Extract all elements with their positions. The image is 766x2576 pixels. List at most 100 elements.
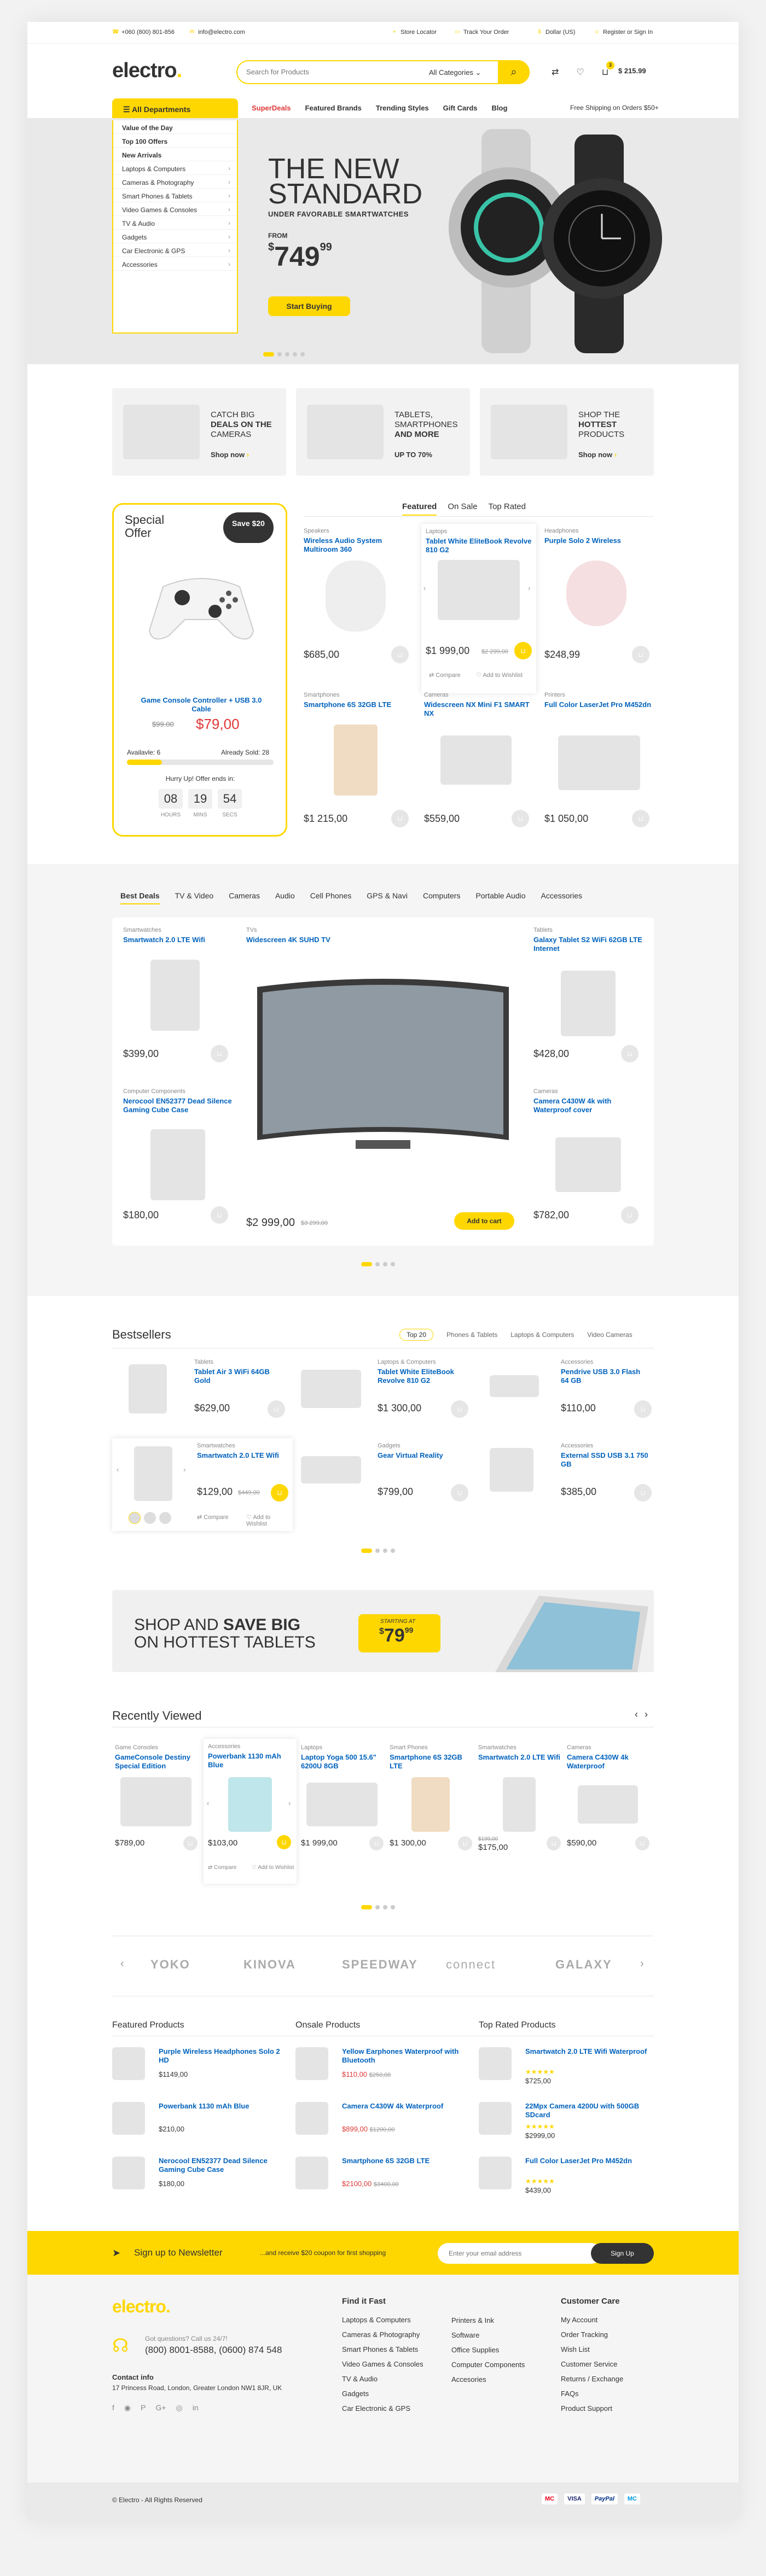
google-plus-icon[interactable]: G+ xyxy=(155,2403,166,2413)
shop-now-link[interactable]: Shop now › xyxy=(578,451,617,459)
chevron-right-icon[interactable]: › xyxy=(645,1709,648,1720)
promo-hottest[interactable]: SHOP THE HOTTEST PRODUCTS Shop now › xyxy=(480,388,654,476)
gallery-prev-icon[interactable]: ‹ xyxy=(117,1465,119,1474)
pinterest-icon[interactable]: P xyxy=(141,2403,146,2413)
gallery-prev-icon[interactable]: ‹ xyxy=(207,1799,209,1807)
add-to-cart-button[interactable]: ⊔ xyxy=(277,1835,291,1849)
add-to-cart-button[interactable]: ⊔ xyxy=(635,1836,649,1850)
footer-link[interactable]: Accesories xyxy=(451,2375,525,2384)
compare-icon[interactable]: ⇄ xyxy=(552,67,559,78)
footer-logo[interactable]: electro. xyxy=(112,2297,171,2317)
add-to-cart-button[interactable]: ⊔ xyxy=(634,1484,652,1502)
tab-best-deals[interactable]: Best Deals xyxy=(120,891,160,904)
product-name[interactable]: Nerocool EN52377 Dead Silence Gaming Cub… xyxy=(159,2157,285,2174)
product-name[interactable]: Tablet White EliteBook Revolve 810 G2 xyxy=(426,537,532,554)
brands-prev-icon[interactable]: ‹ xyxy=(120,1958,124,1970)
wishlist-link[interactable]: ♡ Add to Wishlist xyxy=(246,1514,293,1527)
slider-dot[interactable] xyxy=(293,352,297,357)
category-item[interactable]: Cameras & Photography › xyxy=(113,175,237,189)
newsletter-email-input[interactable] xyxy=(438,2243,602,2264)
footer-link[interactable]: Customer Service xyxy=(561,2360,623,2368)
slider-dot[interactable] xyxy=(383,1905,387,1909)
recent-card[interactable]: Game Consoles GameConsole Destiny Specia… xyxy=(115,1744,200,1854)
tab-phones-tablets[interactable]: Phones & Tablets xyxy=(446,1329,497,1341)
brand-logo[interactable]: KINOVA xyxy=(243,1958,296,1972)
thumbnail[interactable] xyxy=(144,1512,156,1524)
product-name[interactable]: Camera C430W 4k with Waterproof cover xyxy=(533,1097,643,1114)
product-card[interactable]: Cameras Widescreen NX Mini F1 SMART NX $… xyxy=(424,692,533,839)
tab-cameras[interactable]: Cameras xyxy=(229,891,260,904)
bestseller-card[interactable]: Tablets Tablet Air 3 WiFi 64GB Gold $629,… xyxy=(112,1359,287,1430)
list-item[interactable]: Smartphone 6S 32GB LTE $2100,00 $3400,00 xyxy=(295,2154,476,2207)
product-name[interactable]: Powerbank 1130 mAh Blue xyxy=(208,1752,292,1769)
product-name[interactable]: 22Mpx Camera 4200U with 500GB SDcard xyxy=(525,2102,651,2119)
product-name[interactable]: Smartwatch 2.0 LTE Wifi xyxy=(197,1451,285,1460)
tab-portable-audio[interactable]: Portable Audio xyxy=(475,891,525,904)
phone-contact[interactable]: ☎ +060 (800) 801-856 xyxy=(112,29,175,36)
product-name[interactable]: Purple Solo 2 Wireless xyxy=(544,536,654,545)
footer-link[interactable]: Cameras & Photography xyxy=(342,2330,423,2339)
whatsapp-icon[interactable]: ◉ xyxy=(124,2403,131,2413)
footer-link[interactable]: FAQs xyxy=(561,2390,623,2398)
gallery-next-icon[interactable]: › xyxy=(183,1465,185,1474)
slider-dot[interactable] xyxy=(375,1905,380,1909)
signup-button[interactable]: Sign Up xyxy=(591,2243,654,2264)
tab-accessories[interactable]: Accessories xyxy=(541,891,582,904)
add-to-cart-button[interactable]: ⊔ xyxy=(211,1206,228,1224)
add-to-cart-button[interactable]: ⊔ xyxy=(632,646,649,663)
product-name[interactable]: Tablet White EliteBook Revolve 810 G2 xyxy=(378,1368,465,1385)
footer-link[interactable]: Order Tracking xyxy=(561,2330,623,2339)
nav-superdeals[interactable]: SuperDeals xyxy=(252,104,291,112)
product-name[interactable]: Smartphone 6S 32GB LTE xyxy=(304,700,413,709)
product-name[interactable]: Widescreen 4K SUHD TV xyxy=(246,936,520,944)
product-name[interactable]: Yellow Earphones Waterproof with Bluetoo… xyxy=(342,2047,468,2065)
search-input[interactable] xyxy=(246,68,410,76)
footer-link[interactable]: Wish List xyxy=(561,2345,623,2353)
special-product-name[interactable]: Game Console Controller + USB 3.0 Cable xyxy=(136,696,267,714)
add-to-cart-button[interactable]: Add to cart xyxy=(454,1212,514,1230)
chevron-left-icon[interactable]: ‹ xyxy=(635,1709,638,1720)
nav-trending-styles[interactable]: Trending Styles xyxy=(376,104,429,112)
list-item[interactable]: Powerbank 1130 mAh Blue $210,00 xyxy=(112,2100,293,2152)
bestseller-card-hover[interactable]: ‹ › Smartwatches Smartwatch 2.0 LTE Wifi … xyxy=(112,1438,293,1531)
category-item[interactable]: Laptops & Computers › xyxy=(113,161,237,175)
tab-cell-phones[interactable]: Cell Phones xyxy=(310,891,352,904)
thumbnail[interactable] xyxy=(159,1512,171,1524)
search-button[interactable]: ⌕ xyxy=(498,60,530,84)
product-card[interactable]: Printers Full Color LaserJet Pro M452dn … xyxy=(544,692,654,839)
slider-dot[interactable] xyxy=(361,1549,372,1553)
footer-link[interactable]: Smart Phones & Tablets xyxy=(342,2345,423,2353)
slider-dot[interactable] xyxy=(391,1262,395,1266)
add-to-cart-button[interactable]: ⊔ xyxy=(271,1484,288,1502)
slider-dot[interactable] xyxy=(383,1549,387,1553)
slider-dot[interactable] xyxy=(375,1262,380,1266)
footer-link[interactable]: Video Games & Consoles xyxy=(342,2360,423,2368)
add-to-cart-button[interactable]: ⊔ xyxy=(512,810,529,827)
compare-link[interactable]: ⇄ Compare xyxy=(208,1865,236,1871)
slider-dot[interactable] xyxy=(383,1262,387,1266)
footer-link[interactable]: Returns / Exchange xyxy=(561,2375,623,2383)
add-to-cart-button[interactable]: ⊔ xyxy=(391,646,409,663)
product-card[interactable]: Computer Components Nerocool EN52377 Dea… xyxy=(123,1088,233,1236)
shop-now-link[interactable]: Shop now › xyxy=(211,451,249,459)
footer-link[interactable]: Computer Components xyxy=(451,2361,525,2369)
instagram-icon[interactable]: ◎ xyxy=(176,2403,183,2413)
product-name[interactable]: Tablet Air 3 WiFi 64GB Gold xyxy=(194,1368,282,1385)
product-name[interactable]: Powerbank 1130 mAh Blue xyxy=(159,2102,285,2111)
brand-logo[interactable]: GALAXY xyxy=(555,1958,612,1972)
wishlist-link[interactable]: ♡ Add to Wishlist xyxy=(476,671,523,679)
brands-next-icon[interactable]: › xyxy=(640,1958,644,1970)
add-to-cart-button[interactable]: ⊔ xyxy=(547,1836,561,1850)
heart-icon[interactable]: ♡ xyxy=(576,67,584,78)
thumbnail[interactable] xyxy=(129,1512,141,1524)
compare-link[interactable]: ⇄ Compare xyxy=(197,1514,229,1521)
footer-link[interactable]: Laptops & Computers xyxy=(342,2316,423,2324)
nav-blog[interactable]: Blog xyxy=(492,104,508,112)
recent-card[interactable]: Cameras Camera C430W 4k Waterproof $590,… xyxy=(567,1744,652,1854)
tab-featured[interactable]: Featured xyxy=(402,502,437,516)
add-to-cart-button[interactable]: ⊔ xyxy=(458,1836,472,1850)
product-name[interactable]: Smartphone 6S 32GB LTE xyxy=(342,2157,468,2165)
wishlist-link[interactable]: ♡ Add to Wishlist xyxy=(252,1865,294,1871)
add-to-cart-button[interactable]: ⊔ xyxy=(391,810,409,827)
gallery-prev-icon[interactable]: ‹ xyxy=(423,584,426,592)
